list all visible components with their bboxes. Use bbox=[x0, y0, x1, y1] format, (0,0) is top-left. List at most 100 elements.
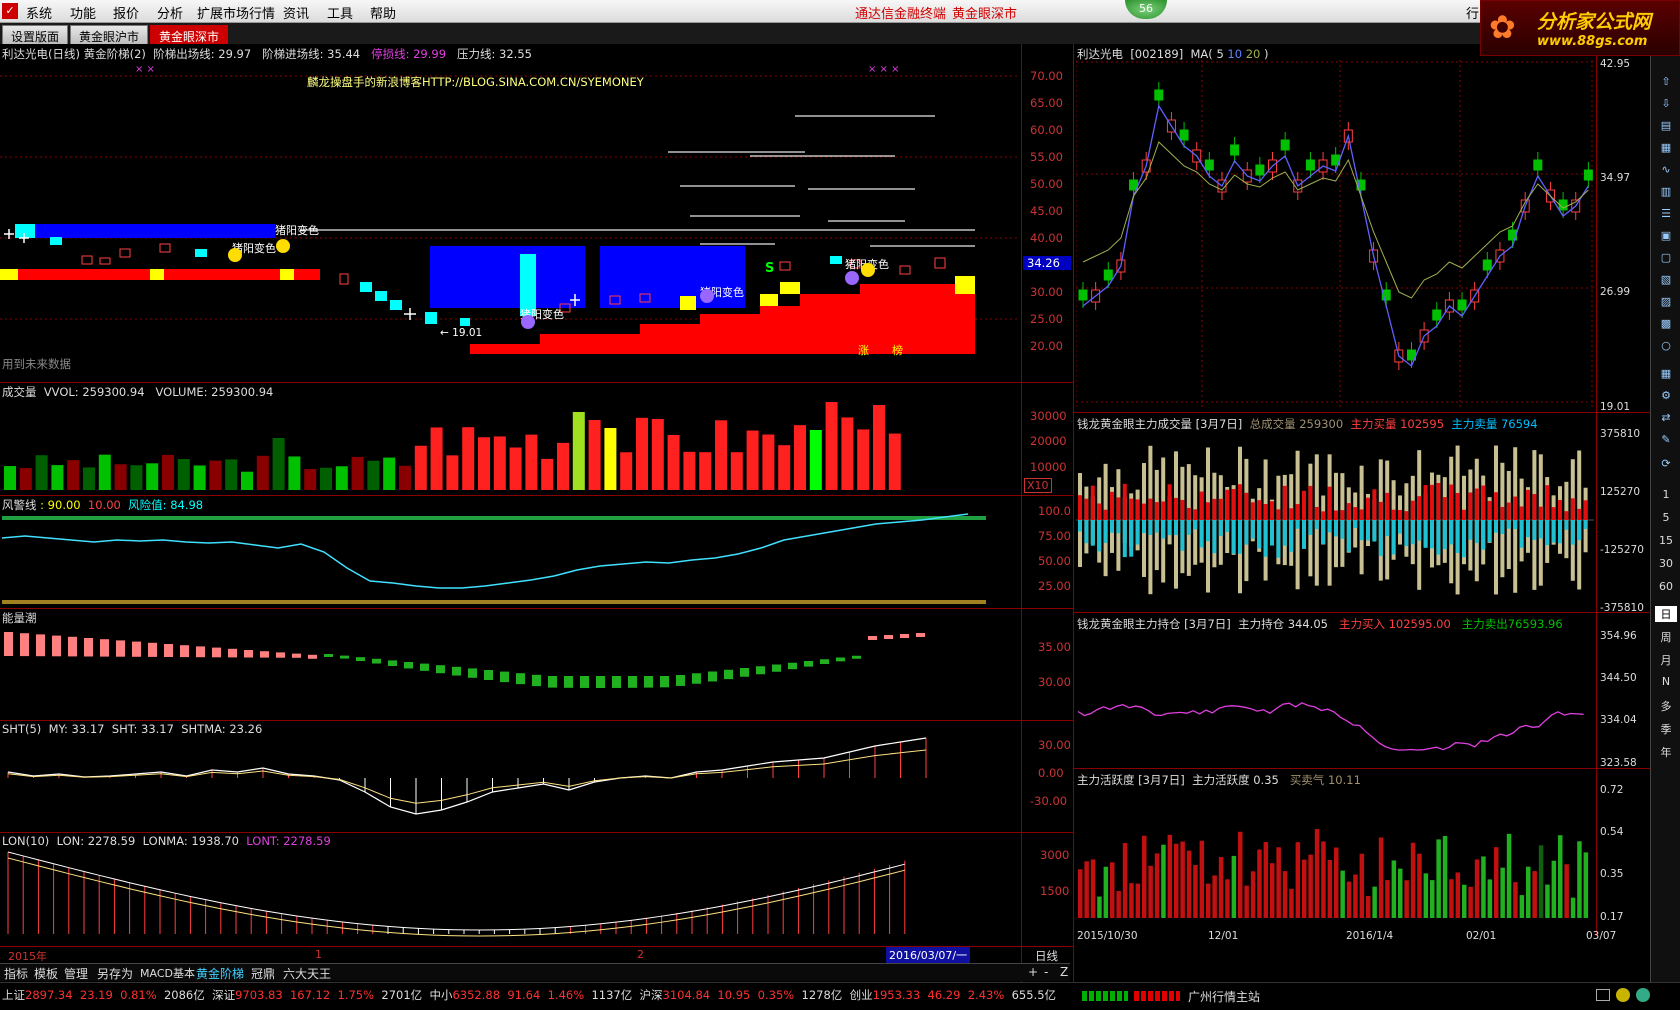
tab-macd-basic[interactable]: MACD基本 bbox=[140, 965, 195, 981]
sell-bar bbox=[1558, 520, 1562, 544]
report-icon[interactable]: ▢ bbox=[1657, 250, 1675, 266]
switch-icon[interactable]: ⇄ bbox=[1657, 410, 1675, 426]
zoom-in-button[interactable]: + bbox=[1028, 965, 1038, 979]
period-30min[interactable]: 30 bbox=[1655, 557, 1677, 570]
period-15min[interactable]: 15 bbox=[1655, 534, 1677, 547]
menu-tools[interactable]: 工具 bbox=[327, 3, 353, 22]
period-1min[interactable]: 1 bbox=[1655, 488, 1677, 501]
window-icon[interactable] bbox=[1596, 989, 1610, 1001]
candle-icon[interactable]: ▥ bbox=[1657, 184, 1675, 200]
energy-bar bbox=[900, 634, 909, 638]
menu-quote-tab[interactable]: 行 bbox=[1466, 3, 1479, 22]
period-day[interactable]: 日 bbox=[1655, 606, 1677, 622]
activity-bar bbox=[1212, 875, 1217, 918]
trade-mood-value: 买卖气 10.11 bbox=[1289, 773, 1361, 787]
refresh-icon[interactable]: ⟳ bbox=[1657, 456, 1675, 472]
volume-chart[interactable] bbox=[0, 395, 1020, 495]
period-week[interactable]: 周 bbox=[1655, 629, 1677, 645]
tab-indicator[interactable]: 指标 bbox=[4, 965, 28, 982]
period-n[interactable]: N bbox=[1655, 675, 1677, 688]
app-logo-icon[interactable]: ✓ bbox=[2, 3, 18, 19]
tab-six-kings[interactable]: 六大天王 bbox=[283, 965, 331, 982]
f10-icon[interactable]: ▨ bbox=[1657, 294, 1675, 310]
volume-bar bbox=[715, 420, 727, 490]
period-label[interactable]: 日线 bbox=[1035, 948, 1058, 964]
link-tdx-terminal[interactable]: 通达信金融终端 bbox=[855, 3, 946, 22]
tab-guanding[interactable]: 冠鼎 bbox=[251, 965, 275, 982]
market-bar-icon bbox=[1134, 991, 1180, 1001]
table-icon[interactable]: ▦ bbox=[1657, 140, 1675, 156]
lonma-line bbox=[7, 857, 905, 937]
sht-chart[interactable] bbox=[0, 732, 1020, 820]
activity-bar bbox=[1346, 881, 1352, 918]
finance-icon[interactable]: ▣ bbox=[1657, 228, 1675, 244]
zoom-reset-button[interactable]: Z bbox=[1060, 965, 1068, 979]
energy-bar bbox=[388, 660, 397, 667]
menu-help[interactable]: 帮助 bbox=[370, 3, 396, 22]
main-volume-chart[interactable] bbox=[1076, 432, 1594, 610]
tab-golden-ladder[interactable]: 黄金阶梯 bbox=[196, 965, 244, 982]
risk-chart[interactable] bbox=[0, 508, 1020, 608]
tab-layout-settings[interactable]: 设置版面 bbox=[2, 25, 69, 44]
index-ticker[interactable]: 上证2897.34 23.19 0.81% 2086亿 深证9703.83 16… bbox=[2, 987, 1056, 1003]
period-5min[interactable]: 5 bbox=[1655, 511, 1677, 524]
menu-analysis[interactable]: 分析 bbox=[157, 3, 183, 22]
grid-icon[interactable]: ▦ bbox=[1657, 366, 1675, 382]
arrow-down-icon[interactable]: ⇩ bbox=[1657, 96, 1675, 112]
activity-bar bbox=[1302, 859, 1307, 918]
sell-bar bbox=[1494, 520, 1498, 533]
menu-system[interactable]: 系统 bbox=[26, 3, 52, 22]
chart-icon[interactable]: ▤ bbox=[1657, 118, 1675, 134]
tools-icon[interactable]: ⚙ bbox=[1657, 388, 1675, 404]
info-icon[interactable]: ▧ bbox=[1657, 272, 1675, 288]
tab-save-as[interactable]: 另存为 bbox=[97, 965, 133, 982]
sell-bar bbox=[1180, 520, 1185, 551]
list-icon[interactable]: ☰ bbox=[1657, 206, 1675, 222]
zoom-out-button[interactable]: - bbox=[1044, 965, 1048, 979]
tab-bar: 设置版面 黄金眼沪市 黄金眼深市 bbox=[0, 23, 1680, 44]
lon-chart[interactable] bbox=[0, 844, 1020, 946]
activity-bar bbox=[1238, 831, 1243, 918]
activity-bar bbox=[1570, 897, 1576, 918]
energy-chart[interactable] bbox=[0, 620, 1020, 720]
search-icon[interactable]: ○ bbox=[1657, 338, 1675, 354]
menu-function[interactable]: 功能 bbox=[70, 3, 96, 22]
kline-chart[interactable] bbox=[1076, 60, 1594, 410]
energy-bar bbox=[468, 668, 477, 678]
menu-news[interactable]: 资讯 bbox=[283, 3, 309, 22]
golden-ladder-chart[interactable]: 猪阳变色 猪阳变色 猪阳变色 猪阳变色 猪阳变色 ← 19.01 S 涨 榜 ×… bbox=[0, 44, 1020, 382]
main-holding-chart[interactable] bbox=[1076, 630, 1594, 766]
price-axis-label: 65.00 bbox=[1030, 96, 1063, 110]
buy-bar bbox=[1206, 502, 1210, 520]
line-chart-icon[interactable]: ∿ bbox=[1657, 162, 1675, 178]
period-month[interactable]: 月 bbox=[1655, 652, 1677, 668]
period-multi[interactable]: 多 bbox=[1655, 698, 1677, 714]
activity-bar bbox=[1353, 874, 1358, 918]
tab-manage[interactable]: 管理 bbox=[64, 965, 88, 982]
tab-golden-eye-sz[interactable]: 黄金眼深市 bbox=[150, 25, 229, 44]
energy-bar bbox=[212, 647, 221, 658]
volume-bar bbox=[762, 434, 775, 490]
status-light-icon[interactable] bbox=[1616, 988, 1630, 1002]
arrow-up-icon[interactable]: ⇧ bbox=[1657, 74, 1675, 90]
pencil-icon[interactable]: ✎ bbox=[1657, 432, 1675, 448]
menu-quote[interactable]: 报价 bbox=[113, 3, 139, 22]
connection-icon[interactable] bbox=[1636, 988, 1650, 1002]
tab-golden-eye-sh[interactable]: 黄金眼沪市 bbox=[70, 25, 149, 44]
server-name[interactable]: 广州行情主站 bbox=[1188, 988, 1260, 1005]
period-year[interactable]: 年 bbox=[1655, 744, 1677, 760]
buy-bar bbox=[1244, 492, 1249, 520]
energy-bar bbox=[436, 665, 445, 674]
period-60min[interactable]: 60 bbox=[1655, 580, 1677, 593]
link-golden-eye-sz[interactable]: 黄金眼深市 bbox=[952, 3, 1017, 22]
period-quarter[interactable]: 季 bbox=[1655, 721, 1677, 737]
tab-template[interactable]: 模板 bbox=[34, 965, 58, 982]
x-axis-year: 2015年 bbox=[8, 950, 47, 963]
activity-bar bbox=[1250, 871, 1256, 918]
volume-bar bbox=[288, 456, 301, 490]
menu-extended-market[interactable]: 扩展市场行情 bbox=[197, 3, 275, 22]
volume-bar bbox=[794, 425, 806, 490]
activity-chart[interactable] bbox=[1076, 788, 1594, 918]
analysis-icon[interactable]: ▩ bbox=[1657, 316, 1675, 332]
kline-candle bbox=[1482, 259, 1492, 271]
